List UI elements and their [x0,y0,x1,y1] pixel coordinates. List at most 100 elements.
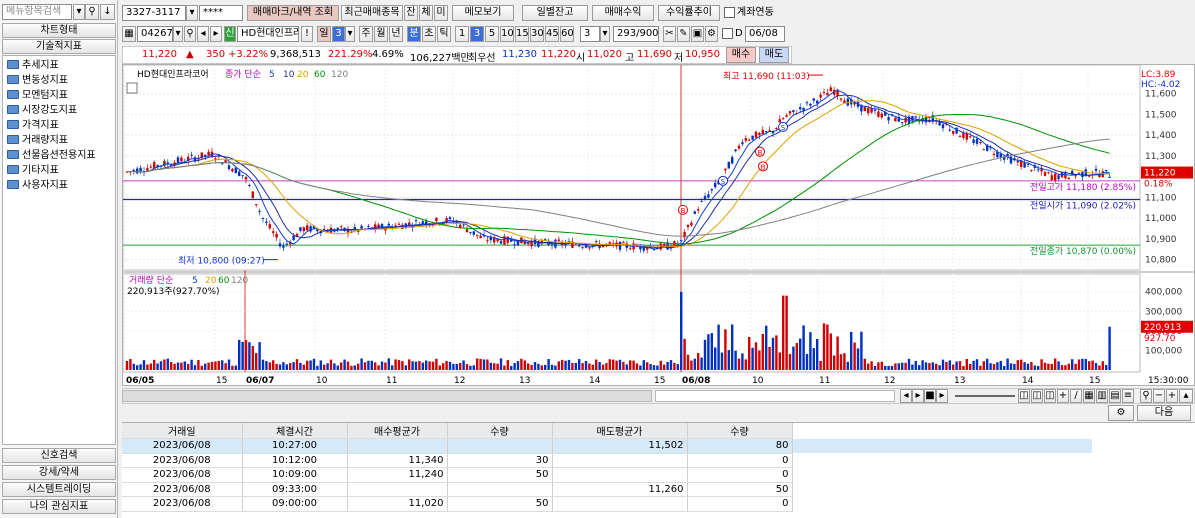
price-chart[interactable]: 11,600 11,500 11,400 11,300 11,100 11,000 10,9… [122,64,1195,386]
tree-item[interactable]: 거래량지표 [7,134,68,148]
tree-item[interactable]: 추세지표 [7,59,59,73]
tree-item[interactable]: 가격지표 [7,119,59,133]
search-icon[interactable]: ⚲ [184,26,196,42]
strength-button[interactable]: 강세/약세 [2,465,116,480]
chart-type-tab[interactable]: 차트형태 [2,23,116,38]
zoom-reset-icon[interactable]: ◫ [1018,389,1030,403]
count-select[interactable]: 3 [580,26,600,42]
tools-icon[interactable]: ✎ [677,26,690,42]
period-year-button[interactable]: 년 [389,26,403,42]
interval-button-10[interactable]: 10 [500,26,514,42]
interval-button-45[interactable]: 45 [545,26,559,42]
download-icon[interactable]: ↓ [100,4,115,20]
prev-icon[interactable]: ◂ [900,389,912,403]
account-input[interactable]: 3327-3117 [122,5,186,21]
profit-rate-button[interactable]: 수익률추이 [658,5,720,21]
my-indicator-button[interactable]: 나의 관심지표 [2,499,116,514]
chart-icon[interactable]: ▦ [122,26,136,42]
column-header[interactable]: 거래일 [122,423,243,439]
menu-search-input[interactable]: 메뉴항목검색 [2,4,72,20]
count-dropdown-icon[interactable]: ▾ [600,26,610,42]
unexecuted-button[interactable]: 미 [434,5,448,21]
column-header[interactable]: 매수평균가 [347,423,448,439]
warning-button[interactable]: ! [301,26,313,42]
scissors-icon[interactable]: ✂ [663,26,676,42]
executed-button[interactable]: 체 [419,5,433,21]
account-link-checkbox[interactable] [724,7,735,18]
period-week-button[interactable]: 주 [359,26,373,42]
line-icon[interactable]: / [1070,389,1082,403]
table-icon[interactable]: ▤ [1109,389,1121,403]
chart-icon[interactable]: ▥ [1096,389,1108,403]
list-icon[interactable]: ≡ [1122,389,1134,403]
crosshair-icon[interactable]: + [1057,389,1069,403]
recent-trades-button[interactable]: 최근매매종목 [341,5,403,21]
trade-profit-button[interactable]: 매매수익 [592,5,654,21]
scroll-up-icon[interactable]: ▴ [1179,389,1193,403]
column-header[interactable]: 수량 [447,423,553,439]
grid-icon[interactable]: ▦ [1083,389,1095,403]
buy-button[interactable]: 매수 [726,47,756,63]
next-button[interactable]: 다음 [1137,405,1191,421]
table-row[interactable]: 2023/06/08 10:09:00 11,240 50 0 [122,467,1092,483]
memo-button[interactable]: 메모보기 [452,5,514,21]
view2-icon[interactable]: ◫ [1044,389,1056,403]
password-input[interactable]: **** [199,5,243,21]
balance-button[interactable]: 잔 [404,5,418,21]
chart-scroll-thumb[interactable] [655,390,895,402]
tree-item[interactable]: 선물옵션전용지표 [7,149,96,163]
period-dropdown-icon[interactable]: ▾ [345,26,355,42]
trade-mark-button[interactable]: 매매마크/내역 조회 [247,5,339,21]
stop-icon[interactable]: ■ [924,389,936,403]
chart-canvas[interactable]: 11,600 11,500 11,400 11,300 11,100 11,000 10,9… [122,64,1194,386]
gear-icon[interactable]: ⚙ [1108,405,1134,421]
period-day-button[interactable]: 일 [317,26,331,42]
zoom-slider[interactable] [955,395,1015,397]
date-checkbox[interactable] [722,28,733,39]
interval-button-60[interactable]: 60 [560,26,574,42]
view-icon[interactable]: ◫ [1031,389,1043,403]
sell-button[interactable]: 매도 [759,47,789,63]
table-row[interactable]: 2023/06/08 09:00:00 11,020 50 0 [122,496,1092,512]
tree-item[interactable]: 모멘텀지표 [7,89,68,103]
search-icon[interactable]: ⚲ [1140,389,1152,403]
interval-button-1[interactable]: 1 [455,26,469,42]
arrow-icon[interactable]: ▸ [210,26,222,42]
stock-code-input[interactable]: 042670 [137,26,173,42]
account-dropdown-icon[interactable]: ▾ [186,5,198,21]
search-icon[interactable]: ⚲ [85,4,99,20]
column-header[interactable]: 수량 [687,423,793,439]
interval-button-15[interactable]: 15 [515,26,529,42]
zoom-in-icon[interactable]: + [1166,389,1178,403]
code-dropdown-icon[interactable]: ▾ [173,26,183,42]
play-icon[interactable]: ▸ [936,389,948,403]
tree-item[interactable]: 변동성지표 [7,74,68,88]
column-header[interactable]: 매도평균가 [552,423,688,439]
period-minute-button[interactable]: 분 [407,26,421,42]
tech-indicator-tab[interactable]: 기술적지표 [2,39,116,54]
tree-item[interactable]: 기타지표 [7,164,59,178]
table-row[interactable]: 2023/06/08 09:33:00 11,260 50 [122,482,1092,497]
tree-item[interactable]: 시장강도지표 [7,104,77,118]
chart-scrollbar[interactable] [122,390,652,402]
speaker-icon[interactable]: ◂ [197,26,209,42]
interval-button-3[interactable]: 3 [470,26,484,42]
tree-item[interactable]: 사용자지표 [7,179,68,193]
period-num[interactable]: 3 [332,26,345,42]
interval-button-30[interactable]: 30 [530,26,544,42]
table-row[interactable]: 2023/06/08 10:12:00 11,340 30 0 [122,453,1092,468]
period-tick-button[interactable]: 틱 [437,26,451,42]
gear-icon[interactable]: ⚙ [705,26,718,42]
period-month-button[interactable]: 월 [374,26,388,42]
dropdown-arrow-icon[interactable]: ▾ [73,4,85,20]
system-trading-button[interactable]: 시스템트레이딩 [2,482,116,497]
daily-balance-button[interactable]: 일별잔고 [522,5,588,21]
column-header[interactable]: 체결시간 [242,423,348,439]
zoom-out-icon[interactable]: − [1153,389,1165,403]
save-icon[interactable]: ▣ [691,26,704,42]
interval-button-5[interactable]: 5 [485,26,499,42]
table-row[interactable]: 2023/06/08 10:27:00 11,502 80 [122,438,1092,454]
date-input[interactable]: 06/08 [745,26,785,42]
next-icon[interactable]: ▸ [912,389,924,403]
period-second-button[interactable]: 초 [422,26,436,42]
